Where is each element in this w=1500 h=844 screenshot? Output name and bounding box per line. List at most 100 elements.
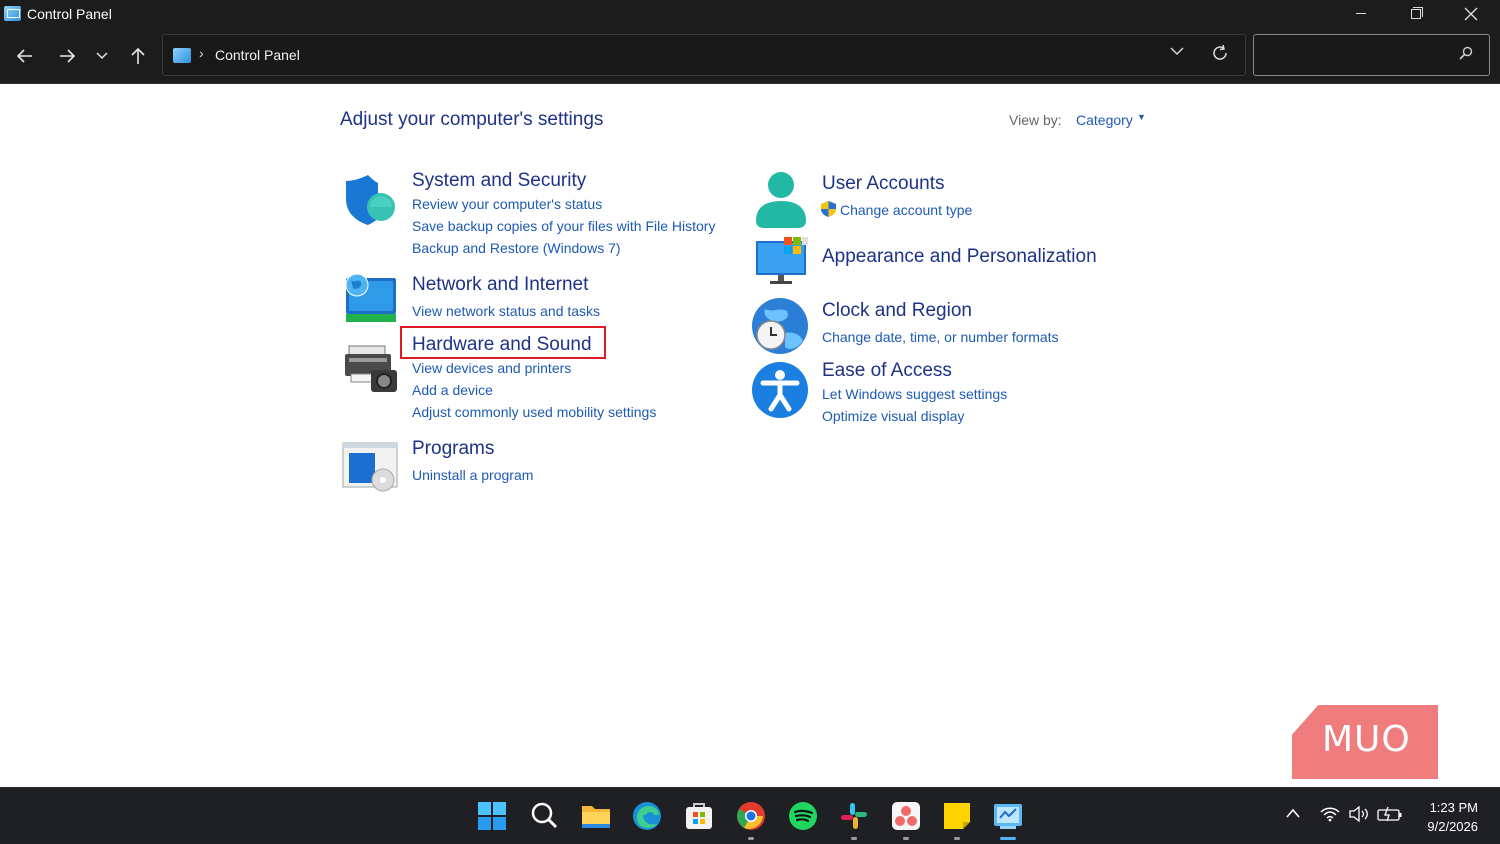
user-icon [756,172,806,228]
shield-icon [346,175,395,225]
link-backup-restore[interactable]: Backup and Restore (Windows 7) [412,240,621,256]
arrow-left-icon [16,49,32,63]
search-box[interactable] [1253,34,1490,76]
link-change-account-type[interactable]: Change account type [840,202,972,218]
taskbar-search-button[interactable] [528,800,560,832]
programs-icon [342,442,398,492]
main-content: Adjust your computer's settings View by:… [0,85,1500,787]
wifi-button[interactable] [1320,806,1340,826]
arrow-right-icon [60,49,76,63]
link-review-status[interactable]: Review your computer's status [412,196,602,212]
search-icon [531,802,558,829]
printer-icon [345,345,397,392]
breadcrumb-control-panel[interactable]: Control Panel [215,47,300,63]
navigation-bar: › Control Panel [0,28,1500,84]
category-programs[interactable]: Programs [412,438,494,460]
link-devices-printers[interactable]: View devices and printers [412,360,571,376]
sticky-notes-icon [944,803,970,829]
store-icon [686,803,712,829]
clock-time: 1:23 PM [1429,800,1478,815]
minimize-icon [1356,13,1366,14]
view-by-dropdown[interactable]: Category [1076,112,1133,128]
breadcrumb-separator: › [199,45,204,61]
forward-button[interactable] [53,42,81,70]
running-indicator [954,837,960,840]
recent-locations-button[interactable] [88,42,116,70]
search-icon [1459,46,1473,60]
title-bar: Control Panel [0,0,1500,28]
close-icon [1464,7,1478,21]
link-file-history[interactable]: Save backup copies of your files with Fi… [412,218,715,234]
battery-button[interactable] [1377,806,1403,826]
uac-shield-icon [821,201,836,217]
taskbar-edge[interactable] [631,800,663,832]
view-by-label: View by: [1009,112,1062,128]
page-title: Adjust your computer's settings [340,109,604,130]
watermark-text: MUO [1322,719,1411,760]
category-clock-and-region[interactable]: Clock and Region [822,300,972,322]
link-optimize-visual-display[interactable]: Optimize visual display [822,408,964,424]
link-add-device[interactable]: Add a device [412,382,493,398]
taskbar-slack[interactable] [838,800,870,840]
asana-icon [892,802,920,830]
refresh-button[interactable] [1211,41,1229,68]
file-explorer-icon [582,806,610,828]
link-change-date-time[interactable]: Change date, time, or number formats [822,329,1059,345]
arrow-up-icon [131,47,145,64]
control-panel-app-icon [4,6,21,21]
close-button[interactable] [1444,0,1498,28]
chrome-icon [737,802,765,830]
taskbar-chrome[interactable] [735,800,767,840]
running-indicator [903,837,909,840]
category-ease-of-access[interactable]: Ease of Access [822,360,952,382]
control-panel-icon [173,48,191,63]
start-button[interactable] [476,800,508,832]
link-uninstall-program[interactable]: Uninstall a program [412,467,533,483]
address-bar[interactable]: › Control Panel [162,34,1246,76]
restore-icon [1411,9,1421,19]
spotify-icon [789,802,817,830]
wifi-icon [1320,807,1340,822]
category-appearance-and-personalization[interactable]: Appearance and Personalization [822,246,1097,268]
active-indicator [1000,837,1016,840]
tray-overflow-button[interactable] [1285,806,1301,823]
address-dropdown-button[interactable] [1170,43,1184,60]
window-title: Control Panel [27,6,112,22]
running-indicator [748,837,754,840]
taskbar-file-explorer[interactable] [580,800,612,832]
taskbar-spotify[interactable] [787,800,819,832]
running-indicator [851,837,857,840]
back-button[interactable] [11,42,39,70]
restore-button[interactable] [1389,0,1443,28]
muo-watermark-logo: MUO [1292,705,1438,779]
control-panel-icon [994,804,1022,829]
refresh-icon [1213,44,1227,60]
taskbar: 1:23 PM 9/2/2026 [0,787,1500,844]
clock[interactable]: 1:23 PM 9/2/2026 [1418,798,1478,836]
speaker-icon [1349,805,1368,823]
windows-start-icon [478,802,506,830]
taskbar-control-panel[interactable] [992,800,1024,840]
chevron-down-icon [96,52,108,60]
category-user-accounts[interactable]: User Accounts [822,173,945,195]
up-button[interactable] [124,42,152,70]
minimize-button[interactable] [1334,0,1388,28]
volume-button[interactable] [1348,805,1370,826]
category-network-and-internet[interactable]: Network and Internet [412,274,588,296]
chevron-down-icon [1170,47,1184,55]
battery-charging-icon [1377,806,1402,822]
taskbar-sticky-notes[interactable] [941,800,973,840]
slack-icon [841,803,867,829]
caret-down-icon[interactable]: ▼ [1137,112,1146,122]
monitor-icon [756,237,808,284]
taskbar-asana[interactable] [890,800,922,840]
category-hardware-and-sound[interactable]: Hardware and Sound [412,334,592,356]
search-input[interactable] [1262,45,1452,65]
link-mobility-settings[interactable]: Adjust commonly used mobility settings [412,404,656,420]
link-network-status[interactable]: View network status and tasks [412,303,600,319]
link-windows-suggest-settings[interactable]: Let Windows suggest settings [822,386,1007,402]
clock-globe-icon [752,298,808,354]
edge-icon [633,802,661,830]
taskbar-store[interactable] [683,800,715,832]
category-system-and-security[interactable]: System and Security [412,170,586,192]
